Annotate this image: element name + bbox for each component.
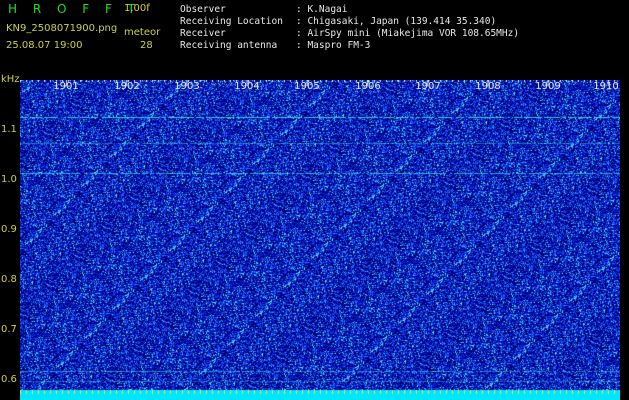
x-tick-label: 1902	[114, 81, 140, 92]
meteor-label: meteor	[124, 27, 161, 38]
x-tick-label: 1903	[174, 81, 200, 92]
info-key-receiver: Receiver	[180, 28, 226, 39]
version-label: 1.00f	[124, 3, 150, 14]
y-tick-label: 0.7	[1, 324, 17, 335]
info-value-location: : Chigasaki, Japan (139.414 35.340)	[296, 16, 497, 27]
x-tick-label: 1910	[593, 81, 619, 92]
y-tick-label: 1.1	[1, 124, 17, 135]
x-tick-label: 1909	[535, 81, 561, 92]
info-key-observer: Observer	[180, 4, 226, 15]
x-tick-label: 1901	[53, 81, 79, 92]
info-key-antenna: Receiving antenna	[180, 40, 278, 51]
info-key-location: Receiving Location	[180, 16, 283, 27]
y-tick-label: 0.8	[1, 274, 17, 285]
spectrogram-plot[interactable]	[20, 80, 620, 400]
filename-label: KN9_2508071900.png	[6, 23, 118, 34]
x-tick-label: 1904	[234, 81, 260, 92]
x-tick-label: 1906	[355, 81, 381, 92]
info-value-observer: : K.Nagai	[296, 4, 348, 15]
y-tick-label: 1.0	[1, 174, 17, 185]
frequency-unit-label: kHz	[1, 74, 20, 85]
info-value-receiver: : AirSpy mini (Miakejima VOR 108.65MHz)	[296, 28, 520, 39]
x-tick-label: 1905	[294, 81, 320, 92]
y-tick-label: 0.9	[1, 224, 17, 235]
x-tick-label: 1908	[475, 81, 501, 92]
timestamp-label: 25.08.07 19:00	[6, 40, 83, 51]
app-name: H R O F F T	[8, 2, 142, 16]
meteor-count: 28	[140, 40, 153, 51]
x-tick-label: 1907	[415, 81, 441, 92]
y-tick-label: 0.6	[1, 374, 17, 385]
info-value-antenna: : Maspro FM-3	[296, 40, 371, 51]
